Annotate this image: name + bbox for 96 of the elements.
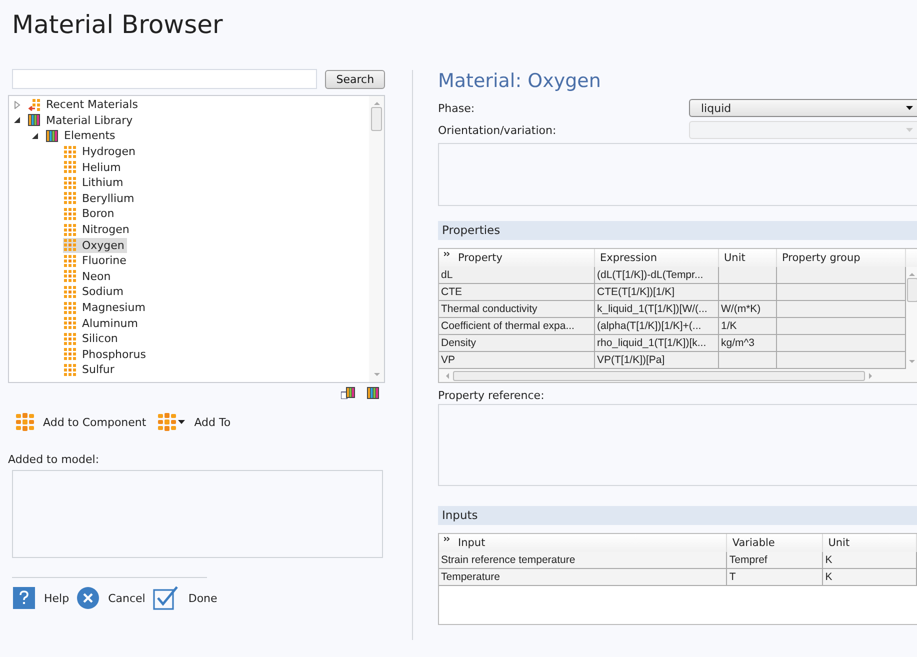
caret-icon [906, 128, 913, 132]
element-grid-icon [64, 302, 76, 314]
element-grid-icon [64, 192, 76, 204]
field-label: Orientation/variation: [438, 124, 556, 136]
table-cell: kg/m^3 [719, 335, 777, 352]
table-cell: VP(T[1/K])[Pa] [595, 352, 719, 369]
table-cell: CTE(T[1/K])[1/K] [595, 284, 719, 301]
expanded-arrow-icon[interactable] [13, 116, 21, 124]
tree-item[interactable]: Sulfur [63, 362, 118, 378]
table-cell [719, 352, 777, 369]
library-icon[interactable] [367, 387, 379, 399]
library-icon [28, 114, 40, 126]
search-button[interactable]: Search [325, 70, 385, 88]
element-grid-icon [64, 208, 76, 220]
help-button[interactable]: Help [11, 584, 72, 612]
tree-item[interactable]: Oxygen [63, 238, 128, 253]
table-cell [719, 284, 777, 301]
table-cell [719, 267, 777, 284]
tree-item[interactable]: Phosphorus [63, 346, 149, 362]
element-grid-icon [64, 317, 76, 330]
element-grid-icon [64, 270, 76, 282]
tree-item[interactable]: Aluminum [63, 316, 141, 331]
table-cell: rho_liquid_1(T[1/K])[k... [595, 335, 719, 352]
table-cell: CTE [439, 284, 595, 301]
tree-item[interactable]: Beryllium [63, 190, 138, 206]
library-file-icon[interactable] [341, 387, 355, 399]
element-grid-icon [16, 413, 34, 431]
element-grid-icon [64, 332, 76, 345]
scrollbar[interactable] [369, 96, 384, 382]
added-to-model-list[interactable] [12, 470, 383, 558]
scrollbar[interactable] [439, 369, 917, 382]
field-label: Added to model: [8, 453, 100, 466]
table-cell: Density [439, 335, 595, 352]
element-grid-icon [64, 239, 76, 252]
table-cell: 1/K [719, 318, 777, 335]
tree-item[interactable]: Lithium [63, 175, 126, 190]
tree-item[interactable]: Boron [63, 206, 118, 222]
tree-item[interactable]: Sodium [63, 284, 126, 300]
tree-item[interactable]: Recent Materials [27, 97, 141, 112]
expand-columns-icon[interactable] [444, 252, 450, 256]
recent-materials-icon [28, 98, 40, 111]
checkmark-icon [153, 586, 180, 610]
table-cell: Strain reference temperature [439, 552, 728, 569]
element-grid-icon [64, 224, 76, 236]
tree-item[interactable]: Magnesium [63, 300, 148, 316]
element-grid-icon [64, 176, 76, 189]
table-cell: (alpha(T[1/K])[1/K]+(... [595, 318, 719, 335]
tree-item[interactable]: Fluorine [63, 253, 130, 268]
dropdown-value: liquid [701, 102, 732, 114]
add-button[interactable]: Add to Component [14, 411, 148, 433]
search-field[interactable] [12, 69, 318, 89]
table-cell: Coefficient of thermal expa... [439, 318, 595, 335]
help-icon [13, 587, 35, 609]
tree-item[interactable]: Elements [45, 128, 118, 144]
collapsed-arrow-icon[interactable] [13, 100, 21, 109]
material-title: Material: Oxygen [438, 70, 602, 94]
table-cell: K [823, 569, 917, 586]
element-grid-icon [158, 413, 176, 431]
table-cell: K [823, 552, 917, 569]
field-label: Phase: [438, 102, 475, 114]
scrollbar[interactable] [906, 267, 917, 369]
add-to-menu-button[interactable]: Add To [156, 411, 233, 433]
table-cell: VP [439, 352, 595, 369]
close-icon [77, 587, 100, 609]
element-grid-icon [64, 146, 76, 158]
tree-item[interactable]: Helium [63, 160, 124, 175]
table-cell: dL [439, 267, 595, 284]
tree-item[interactable]: Hydrogen [63, 144, 138, 160]
table-cell: (dL(T[1/K])-dL(Tempr... [595, 267, 719, 284]
expand-columns-icon[interactable] [444, 537, 450, 541]
table-cell: k_liquid_1(T[1/K])[W/(... [595, 301, 719, 318]
tree-item[interactable]: Nitrogen [63, 222, 132, 238]
done-button[interactable]: Done [151, 584, 220, 612]
section-header: Properties [438, 221, 917, 240]
section-header: Inputs [438, 506, 917, 525]
tree-item[interactable]: Neon [63, 268, 114, 284]
cancel-button[interactable]: Cancel [75, 584, 148, 612]
tree-item[interactable]: Material Library [27, 112, 136, 128]
element-grid-icon [64, 254, 76, 267]
table-cell: T [727, 569, 824, 586]
element-grid-icon [64, 348, 76, 360]
field-label: Property reference: [438, 389, 546, 402]
table-cell: W/(m*K) [719, 301, 777, 318]
element-grid-icon [64, 364, 76, 376]
window-title: Material Browser [11, 9, 224, 41]
caret-icon [178, 420, 186, 424]
table-cell: Tempref [727, 552, 824, 569]
element-grid-icon [64, 286, 76, 298]
expanded-arrow-icon[interactable] [31, 132, 39, 140]
table-cell: Thermal conductivity [439, 301, 595, 318]
phase-dropdown[interactable]: liquid [689, 99, 917, 117]
caret-icon [906, 106, 913, 110]
element-grid-icon [64, 161, 76, 174]
library-icon [46, 130, 58, 142]
table-cell: Temperature [439, 569, 728, 586]
tree-item[interactable]: Silicon [63, 331, 121, 346]
